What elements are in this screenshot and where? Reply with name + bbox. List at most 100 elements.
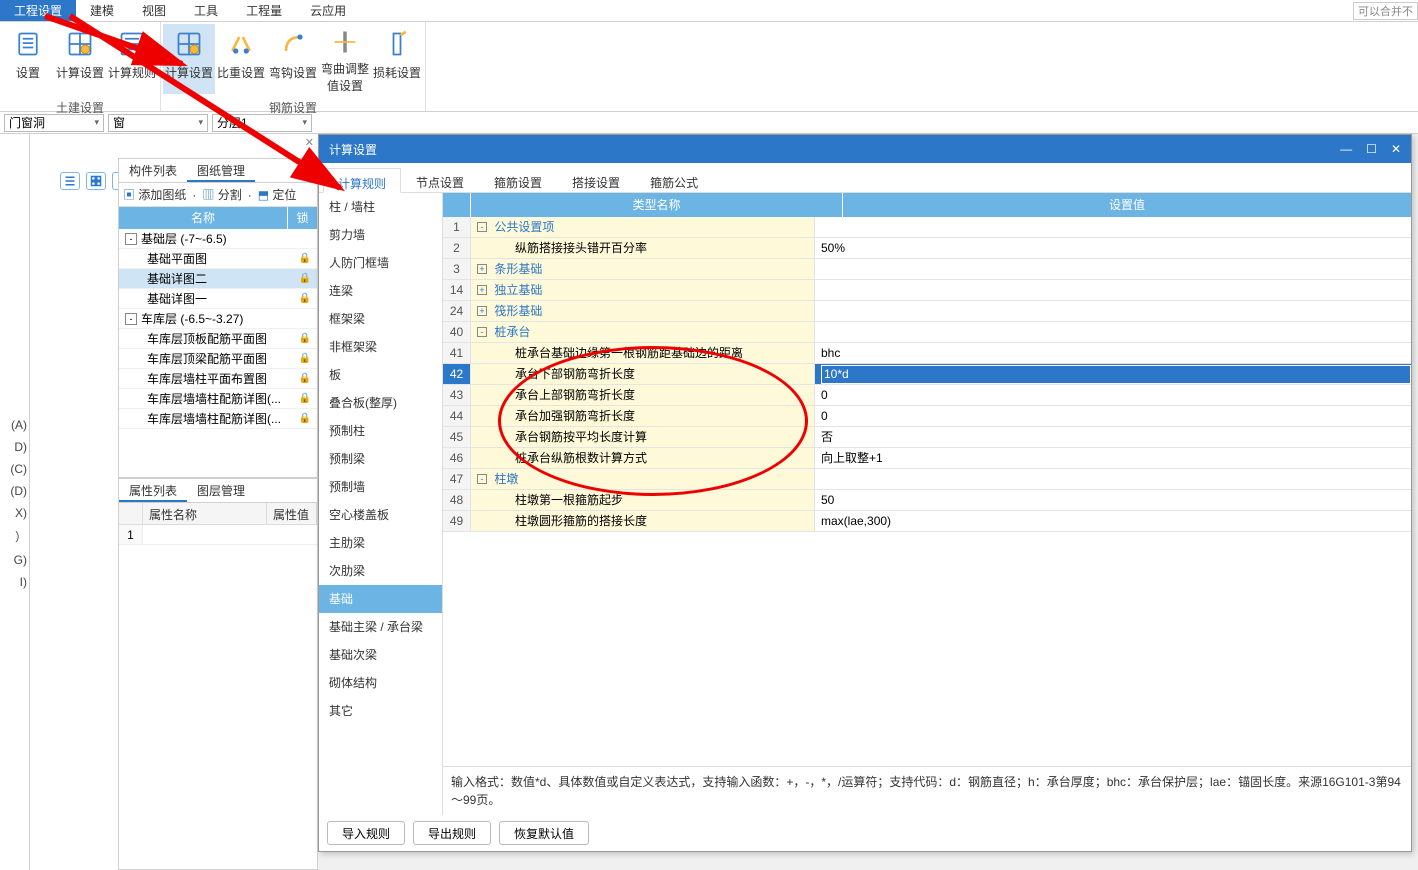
setting-row[interactable]: 2纵筋搭接接头错开百分率50% bbox=[443, 238, 1411, 259]
category-剪力墙[interactable]: 剪力墙 bbox=[319, 221, 442, 249]
split-button[interactable]: ▥ 分割 bbox=[202, 186, 241, 203]
ribbon-计算设置[interactable]: 计算设置 bbox=[54, 24, 106, 94]
弯钩设置-icon bbox=[277, 28, 309, 60]
tab-property-list[interactable]: 属性列表 bbox=[119, 479, 187, 502]
filter-layer[interactable]: 分层1 bbox=[212, 114, 312, 132]
tab-layer-manager[interactable]: 图层管理 bbox=[187, 479, 255, 502]
tree-leaf[interactable]: 车库层顶板配筋平面图🔒 bbox=[119, 329, 317, 349]
menubar-hint: 可以合并不 bbox=[1353, 2, 1418, 20]
setting-row[interactable]: 1- 公共设置项 bbox=[443, 217, 1411, 238]
计算规则-icon bbox=[116, 28, 148, 60]
ribbon-比重设置[interactable]: 比重设置 bbox=[215, 24, 267, 94]
menu-建模[interactable]: 建模 bbox=[76, 0, 128, 21]
dialog-tab-搭接设置[interactable]: 搭接设置 bbox=[557, 167, 635, 192]
dialog-tab-箍筋设置[interactable]: 箍筋设置 bbox=[479, 167, 557, 192]
ribbon-弯钩设置[interactable]: 弯钩设置 bbox=[267, 24, 319, 94]
setting-row[interactable]: 45承台钢筋按平均长度计算否 bbox=[443, 427, 1411, 448]
category-其它[interactable]: 其它 bbox=[319, 697, 442, 725]
tree-group[interactable]: -基础层 (-7~-6.5) bbox=[119, 229, 317, 249]
category-板[interactable]: 板 bbox=[319, 361, 442, 389]
tree-leaf[interactable]: 基础平面图🔒 bbox=[119, 249, 317, 269]
tree-leaf[interactable]: 车库层顶梁配筋平面图🔒 bbox=[119, 349, 317, 369]
category-基础主梁 / 承台梁[interactable]: 基础主梁 / 承台梁 bbox=[319, 613, 442, 641]
setting-row[interactable]: 46桩承台纵筋根数计算方式向上取整+1 bbox=[443, 448, 1411, 469]
setting-row[interactable]: 41桩承台基础边缘第一根钢筋距基础边的距离bhc bbox=[443, 343, 1411, 364]
category-非框架梁[interactable]: 非框架梁 bbox=[319, 333, 442, 361]
button-恢复默认值[interactable]: 恢复默认值 bbox=[499, 821, 589, 845]
axis-label: X) bbox=[0, 502, 29, 524]
tab-component-list[interactable]: 构件列表 bbox=[119, 159, 187, 182]
category-柱 / 墙柱[interactable]: 柱 / 墙柱 bbox=[319, 193, 442, 221]
category-基础次梁[interactable]: 基础次梁 bbox=[319, 641, 442, 669]
category-预制墙[interactable]: 预制墙 bbox=[319, 473, 442, 501]
close-icon[interactable]: ✕ bbox=[305, 136, 314, 149]
dialog-tab-节点设置[interactable]: 节点设置 bbox=[401, 167, 479, 192]
minimize-icon[interactable]: — bbox=[1340, 142, 1352, 156]
category-框架梁[interactable]: 框架梁 bbox=[319, 305, 442, 333]
drawing-tree: -基础层 (-7~-6.5)基础平面图🔒基础详图二🔒基础详图一🔒-车库层 (-6… bbox=[119, 229, 317, 429]
setting-row[interactable]: 24+ 筏形基础 bbox=[443, 301, 1411, 322]
category-叠合板(整厚)[interactable]: 叠合板(整厚) bbox=[319, 389, 442, 417]
category-预制柱[interactable]: 预制柱 bbox=[319, 417, 442, 445]
lock-icon: 🔒 bbox=[299, 273, 311, 284]
setting-row[interactable]: 43承台上部钢筋弯折长度0 bbox=[443, 385, 1411, 406]
setting-value-input[interactable] bbox=[821, 365, 1411, 384]
filter-subcategory[interactable]: 窗 bbox=[108, 114, 208, 132]
setting-row[interactable]: 3+ 条形基础 bbox=[443, 259, 1411, 280]
axis-label: D) bbox=[0, 436, 29, 458]
prop-name-header: 属性名称 bbox=[143, 503, 267, 524]
计算设置-icon bbox=[173, 28, 205, 60]
ribbon-计算设置[interactable]: 计算设置 bbox=[163, 24, 215, 94]
list-view-icon[interactable] bbox=[60, 172, 80, 190]
category-list: 柱 / 墙柱剪力墙人防门框墙连梁框架梁非框架梁板叠合板(整厚)预制柱预制梁预制墙… bbox=[319, 193, 443, 815]
setting-row[interactable]: 47- 柱墩 bbox=[443, 469, 1411, 490]
filter-strip: 门窗洞 窗 分层1 bbox=[0, 112, 1418, 134]
ribbon-损耗设置[interactable]: 损耗设置 bbox=[371, 24, 423, 94]
setting-row[interactable]: 44承台加强钢筋弯折长度0 bbox=[443, 406, 1411, 427]
category-预制梁[interactable]: 预制梁 bbox=[319, 445, 442, 473]
setting-row[interactable]: 49柱墩圆形箍筋的搭接长度max(lae,300) bbox=[443, 511, 1411, 532]
property-row[interactable]: 1 bbox=[119, 525, 317, 545]
menubar: 工程设置建模视图工具工程量云应用 可以合并不 bbox=[0, 0, 1418, 22]
category-连梁[interactable]: 连梁 bbox=[319, 277, 442, 305]
button-导出规则[interactable]: 导出规则 bbox=[413, 821, 491, 845]
button-导入规则[interactable]: 导入规则 bbox=[327, 821, 405, 845]
filter-category[interactable]: 门窗洞 bbox=[4, 114, 104, 132]
category-次肋梁[interactable]: 次肋梁 bbox=[319, 557, 442, 585]
setting-row[interactable]: 42承台下部钢筋弯折长度 bbox=[443, 364, 1411, 385]
ribbon-弯曲调整值设置[interactable]: 弯曲调整值设置 bbox=[319, 24, 371, 94]
locate-button[interactable]: ⬒ 定位 bbox=[258, 186, 297, 203]
tree-leaf[interactable]: 基础详图一🔒 bbox=[119, 289, 317, 309]
menu-工程设置[interactable]: 工程设置 bbox=[0, 0, 76, 21]
category-砌体结构[interactable]: 砌体结构 bbox=[319, 669, 442, 697]
setting-row[interactable]: 14+ 独立基础 bbox=[443, 280, 1411, 301]
add-drawing-button[interactable]: 添加图纸 bbox=[123, 186, 186, 203]
tree-leaf[interactable]: 车库层墙墙柱配筋详图(...🔒 bbox=[119, 389, 317, 409]
lock-icon: 🔒 bbox=[299, 293, 311, 304]
lock-icon: 🔒 bbox=[299, 353, 311, 364]
tree-leaf[interactable]: 车库层墙墙柱配筋详图(...🔒 bbox=[119, 409, 317, 429]
maximize-icon[interactable]: ☐ bbox=[1366, 142, 1377, 156]
ribbon-计算规则[interactable]: 计算规则 bbox=[106, 24, 158, 94]
menu-视图[interactable]: 视图 bbox=[128, 0, 180, 21]
category-主肋梁[interactable]: 主肋梁 bbox=[319, 529, 442, 557]
close-dialog-icon[interactable]: ✕ bbox=[1391, 142, 1401, 156]
col-name-header: 名称 bbox=[119, 207, 287, 229]
setting-row[interactable]: 48柱墩第一根箍筋起步50 bbox=[443, 490, 1411, 511]
grid-view-icon[interactable] bbox=[86, 172, 106, 190]
tree-leaf[interactable]: 基础详图二🔒 bbox=[119, 269, 317, 289]
menu-工程量[interactable]: 工程量 bbox=[232, 0, 296, 21]
axis-label: I) bbox=[0, 571, 29, 593]
tab-drawing-manager[interactable]: 图纸管理 bbox=[187, 159, 255, 182]
menu-工具[interactable]: 工具 bbox=[180, 0, 232, 21]
menu-云应用[interactable]: 云应用 bbox=[296, 0, 360, 21]
setting-row[interactable]: 40- 桩承台 bbox=[443, 322, 1411, 343]
category-人防门框墙[interactable]: 人防门框墙 bbox=[319, 249, 442, 277]
tree-leaf[interactable]: 车库层墙柱平面布置图🔒 bbox=[119, 369, 317, 389]
ribbon-设置[interactable]: 设置 bbox=[2, 24, 54, 94]
category-空心楼盖板[interactable]: 空心楼盖板 bbox=[319, 501, 442, 529]
dialog-tab-计算规则[interactable]: 计算规则 bbox=[323, 168, 401, 193]
tree-group[interactable]: -车库层 (-6.5~-3.27) bbox=[119, 309, 317, 329]
dialog-tab-箍筋公式[interactable]: 箍筋公式 bbox=[635, 167, 713, 192]
category-基础[interactable]: 基础 bbox=[319, 585, 442, 613]
